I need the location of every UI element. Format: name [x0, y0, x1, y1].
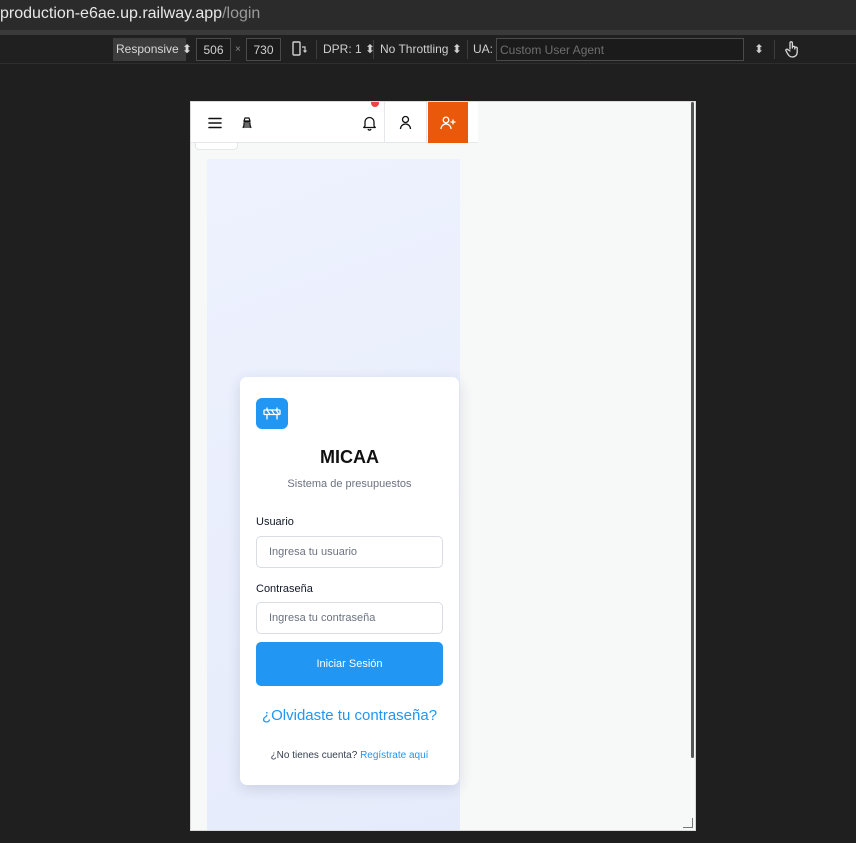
barrier-icon — [263, 406, 281, 420]
user-icon — [399, 115, 412, 130]
register-link[interactable]: Regístrate aquí — [360, 750, 428, 761]
app-subtitle: Sistema de presupuestos — [287, 478, 412, 490]
device-viewport: MICAA Sistema de presupuestos Usuario Co… — [190, 101, 696, 831]
resize-handle[interactable] — [683, 818, 693, 828]
menu-button[interactable] — [203, 102, 227, 143]
password-label: Contraseña — [256, 583, 313, 595]
select-arrows-icon[interactable]: ⬍ — [754, 38, 764, 61]
device-mode-label: Responsive — [116, 42, 179, 56]
password-input[interactable] — [256, 602, 443, 634]
hamburger-icon — [208, 117, 222, 128]
viewport-width-input[interactable]: 506 — [196, 38, 231, 61]
rotate-device-icon[interactable] — [291, 41, 307, 64]
username-input[interactable] — [256, 536, 443, 568]
select-arrows-icon: ⬍ — [182, 42, 193, 56]
throttling-select[interactable]: No Throttling ⬍ — [380, 38, 462, 61]
viewport-scrollbar[interactable] — [691, 102, 694, 758]
dpr-label: DPR: 1 — [323, 42, 362, 56]
toolbar-divider — [316, 40, 317, 59]
forgot-password-link[interactable]: ¿Olvidaste tu contraseña? — [240, 707, 459, 724]
user-plus-icon — [440, 116, 456, 129]
toolbar-divider — [467, 40, 468, 59]
login-card: MICAA Sistema de presupuestos Usuario Co… — [240, 377, 459, 785]
home-logo-button[interactable] — [235, 102, 259, 143]
app-logo — [256, 398, 288, 429]
url-path: /login — [222, 5, 261, 22]
select-arrows-icon: ⬍ — [451, 42, 462, 56]
dimension-times-sign: × — [235, 44, 241, 55]
no-account-text: ¿No tienes cuenta? — [270, 750, 358, 761]
header-tab-stub — [195, 143, 238, 150]
excavator-icon — [242, 116, 252, 128]
notification-badge — [371, 102, 379, 107]
login-page-background: MICAA Sistema de presupuestos Usuario Co… — [207, 159, 460, 830]
login-submit-button[interactable]: Iniciar Sesión — [256, 642, 443, 686]
viewport-height-input[interactable]: 730 — [246, 38, 281, 61]
throttling-label: No Throttling — [380, 42, 449, 56]
app-title: MICAA — [320, 447, 379, 467]
toolbar-divider — [774, 40, 775, 59]
url-bar[interactable]: production-e6ae.up.railway.app/login — [0, 0, 856, 30]
devtools-device-toolbar: Responsive ⬍ 506 × 730 DPR: 1 ⬍ No Throt… — [0, 35, 856, 64]
username-label: Usuario — [256, 516, 294, 528]
ua-label: UA: — [473, 42, 494, 56]
toolbar-divider — [373, 40, 374, 59]
dpr-select[interactable]: DPR: 1 ⬍ — [323, 38, 375, 61]
url-host: production-e6ae.up.railway.app — [0, 5, 223, 22]
touch-simulation-icon[interactable] — [784, 40, 800, 63]
signup-prompt: ¿No tienes cuenta? Regístrate aquí — [240, 750, 459, 761]
device-mode-select[interactable]: Responsive ⬍ — [113, 38, 192, 61]
user-agent-input[interactable]: Custom User Agent — [496, 38, 744, 61]
notifications-button[interactable] — [354, 102, 384, 143]
account-button[interactable] — [384, 102, 427, 143]
app-header — [191, 102, 478, 143]
register-button[interactable] — [428, 102, 468, 143]
bell-icon — [362, 116, 376, 131]
